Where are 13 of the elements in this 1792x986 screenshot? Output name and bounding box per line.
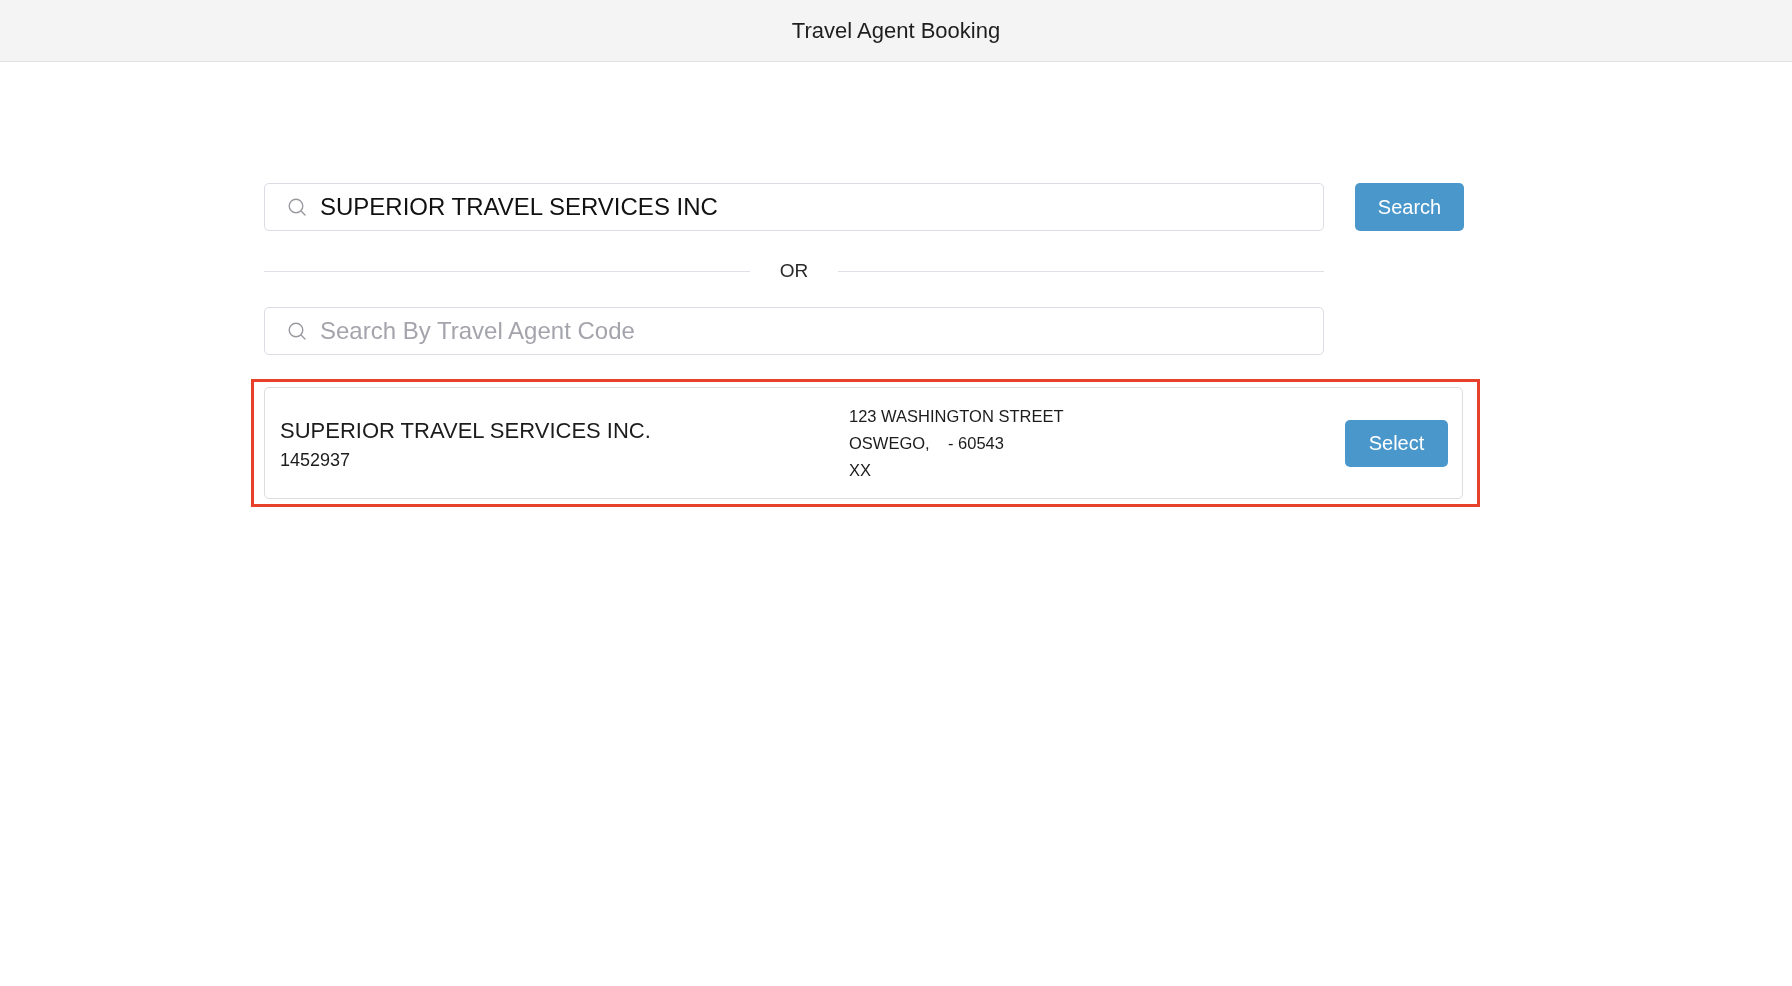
select-button[interactable]: Select [1345,419,1448,467]
or-label: OR [778,260,810,282]
agent-name: SUPERIOR TRAVEL SERVICES INC. [280,417,652,444]
search-icon [288,198,306,216]
address-line: OSWEGO, - 60543 [849,432,1005,454]
search-button[interactable]: Search [1355,183,1464,231]
page-title: Travel Agent Booking [791,17,1001,44]
search-field[interactable]: SUPERIOR TRAVEL SERVICES INC [264,183,1324,231]
agent-code: 1452937 [280,449,352,471]
address-line: 123 WASHINGTON STREET [849,405,1065,427]
address-line: XX [849,459,872,481]
agent-code-field[interactable]: Search By Travel Agent Code [264,307,1324,355]
search-icon [288,322,306,340]
